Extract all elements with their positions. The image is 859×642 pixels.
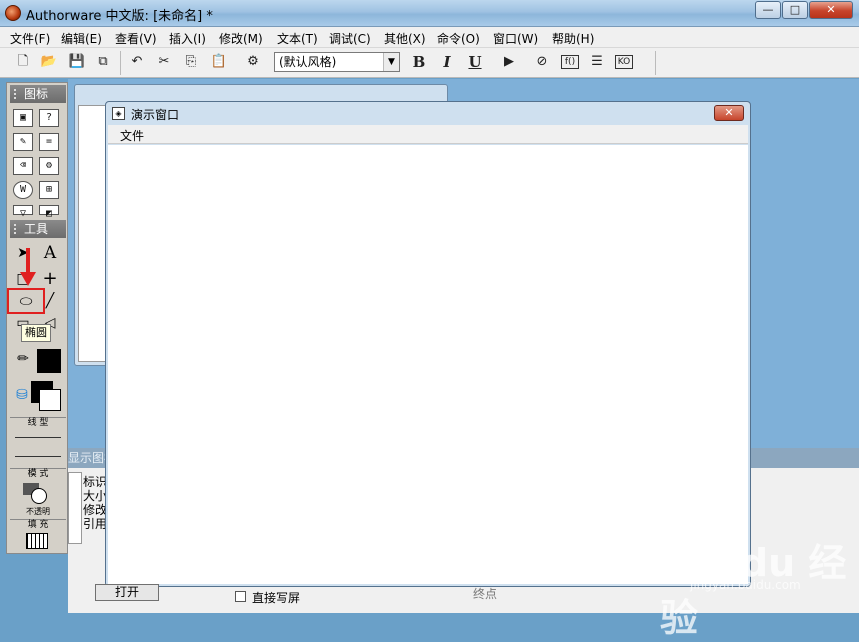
menu-other[interactable]: 其他(X) (384, 30, 426, 47)
grip-icon[interactable] (14, 224, 18, 234)
undo-icon[interactable]: ↶ (128, 53, 146, 71)
grip-icon[interactable] (14, 89, 18, 99)
display-icon[interactable]: ▣ (13, 109, 33, 127)
end-radio-label[interactable]: 终点 (473, 585, 497, 602)
fill-bucket-icon[interactable]: ⛁ (11, 385, 33, 405)
find-icon[interactable]: ⚙ (244, 53, 262, 71)
title-bar: Authorware 中文版: [未命名] * — □ ✕ (0, 0, 859, 27)
toolbar-divider (655, 51, 656, 75)
menu-insert[interactable]: 插入(I) (169, 30, 206, 47)
direct-write-label: 直接写屏 (252, 591, 301, 605)
menu-modify[interactable]: 修改(M) (219, 30, 263, 47)
fill-label: 填 充 (10, 519, 66, 530)
new-file-icon[interactable]: 🗋 (14, 53, 32, 71)
menu-view[interactable]: 查看(V) (115, 30, 157, 47)
toolbar-divider (120, 51, 121, 75)
decision-icon[interactable]: W (13, 181, 33, 199)
chevron-down-icon[interactable]: ▼ (383, 53, 399, 71)
menu-edit[interactable]: 编辑(E) (61, 30, 102, 47)
run-icon[interactable]: ▶ (500, 53, 518, 71)
menu-command[interactable]: 命令(O) (437, 30, 480, 47)
presentation-window-icon: ◈ (112, 107, 125, 120)
control-panel-icon[interactable]: ⊘ (533, 53, 551, 71)
pencil-color-icon[interactable]: ✏ (12, 349, 34, 369)
presentation-window: ◈ 演示窗口 ✕ 文件 (105, 101, 751, 587)
menu-bar: 文件(F) 编辑(E) 查看(V) 插入(I) 修改(M) 文本(T) 调试(C… (0, 27, 859, 48)
erase-icon[interactable]: ✎ (13, 133, 33, 151)
tools-palette-title: 工具 (24, 222, 49, 236)
digital-movie-icon[interactable]: ◩ (39, 205, 59, 219)
mode-value: 不透明 (26, 507, 50, 516)
text-tool-icon[interactable]: A (39, 243, 61, 263)
close-button[interactable]: ✕ (809, 1, 853, 19)
mode-circle-icon (31, 488, 47, 504)
presentation-close-button[interactable]: ✕ (714, 105, 744, 121)
cut-icon[interactable]: ✂ (155, 53, 173, 71)
functions-icon[interactable]: f() (561, 55, 579, 69)
wait-icon[interactable]: ⌫ (13, 157, 33, 175)
paste-icon[interactable]: 📋 (210, 53, 228, 71)
copy-icon[interactable]: ⎘ (182, 53, 200, 71)
toolbar: 🗋 📂 💾 ⧉ ↶ ✂ ⎘ 📋 ⚙ (默认风格) ▼ B I U ▶ ⊘ f()… (0, 48, 859, 78)
line-tool-icon[interactable]: + (39, 269, 61, 289)
line-style-normal[interactable] (15, 456, 61, 457)
menu-help[interactable]: 帮助(H) (552, 30, 594, 47)
menu-text[interactable]: 文本(T) (277, 30, 318, 47)
properties-label-reference: 引用 (83, 517, 108, 531)
line-style-label: 线 型 (10, 417, 66, 428)
app-logo-icon (5, 5, 21, 21)
menu-file[interactable]: 文件(F) (10, 30, 50, 47)
direct-write-checkbox[interactable] (235, 591, 246, 602)
background-color-swatch[interactable] (39, 389, 61, 411)
red-arrow-icon (20, 248, 36, 286)
mode-label: 模 式 (10, 468, 66, 479)
minimize-button[interactable]: — (755, 1, 781, 19)
interaction-icon[interactable]: ▽ (13, 205, 33, 219)
line-color-swatch[interactable] (37, 349, 61, 373)
open-file-icon[interactable]: 📂 (40, 53, 58, 71)
knowledge-objects-icon[interactable]: KO (615, 55, 633, 69)
variables-icon[interactable]: ☰ (588, 53, 606, 71)
mode-preview[interactable]: 不透明 (17, 481, 59, 517)
bold-button[interactable]: B (410, 53, 428, 71)
line-style-thin[interactable] (15, 437, 61, 438)
properties-preview (68, 472, 82, 544)
window-title: Authorware 中文版: [未命名] * (26, 9, 213, 24)
maximize-button[interactable]: □ (782, 1, 808, 19)
menu-debug[interactable]: 调试(C) (329, 30, 371, 47)
navigate-icon[interactable]: ⚙ (39, 157, 59, 175)
text-style-value: (默认风格) (279, 55, 337, 69)
framework-icon[interactable]: ⊞ (39, 181, 59, 199)
presentation-menu-bar: 文件 (108, 125, 748, 144)
motion-icon[interactable]: ? (39, 109, 59, 127)
open-button[interactable]: 打开 (95, 584, 159, 601)
save-all-icon[interactable]: 💾 (68, 53, 86, 71)
text-style-select[interactable]: (默认风格) ▼ (274, 52, 400, 72)
menu-window[interactable]: 窗口(W) (493, 30, 538, 47)
baidu-watermark-url: jingyan.baidu.com (690, 578, 801, 592)
presentation-window-title: 演示窗口 (131, 108, 180, 122)
underline-button[interactable]: U (466, 53, 484, 71)
import-icon[interactable]: ⧉ (94, 53, 112, 71)
icon-palette-header: 图标 (10, 85, 66, 103)
calculation-icon[interactable]: = (39, 133, 59, 151)
icon-palette: 图标 ▣ ? ✎ = ⌫ ⚙ W ⊞ ▽ ◩ 工具 ➤ A □ + ⬭ ╱ ▭ … (6, 82, 68, 554)
presentation-menu-file[interactable]: 文件 (120, 127, 144, 144)
highlight-box (7, 288, 45, 314)
presentation-canvas[interactable] (108, 145, 748, 584)
tooltip: 椭圆 (21, 324, 51, 342)
fill-pattern-swatch[interactable] (26, 533, 48, 549)
icon-palette-title: 图标 (24, 87, 49, 101)
tools-palette-header: 工具 (10, 220, 66, 238)
italic-button[interactable]: I (438, 53, 456, 71)
